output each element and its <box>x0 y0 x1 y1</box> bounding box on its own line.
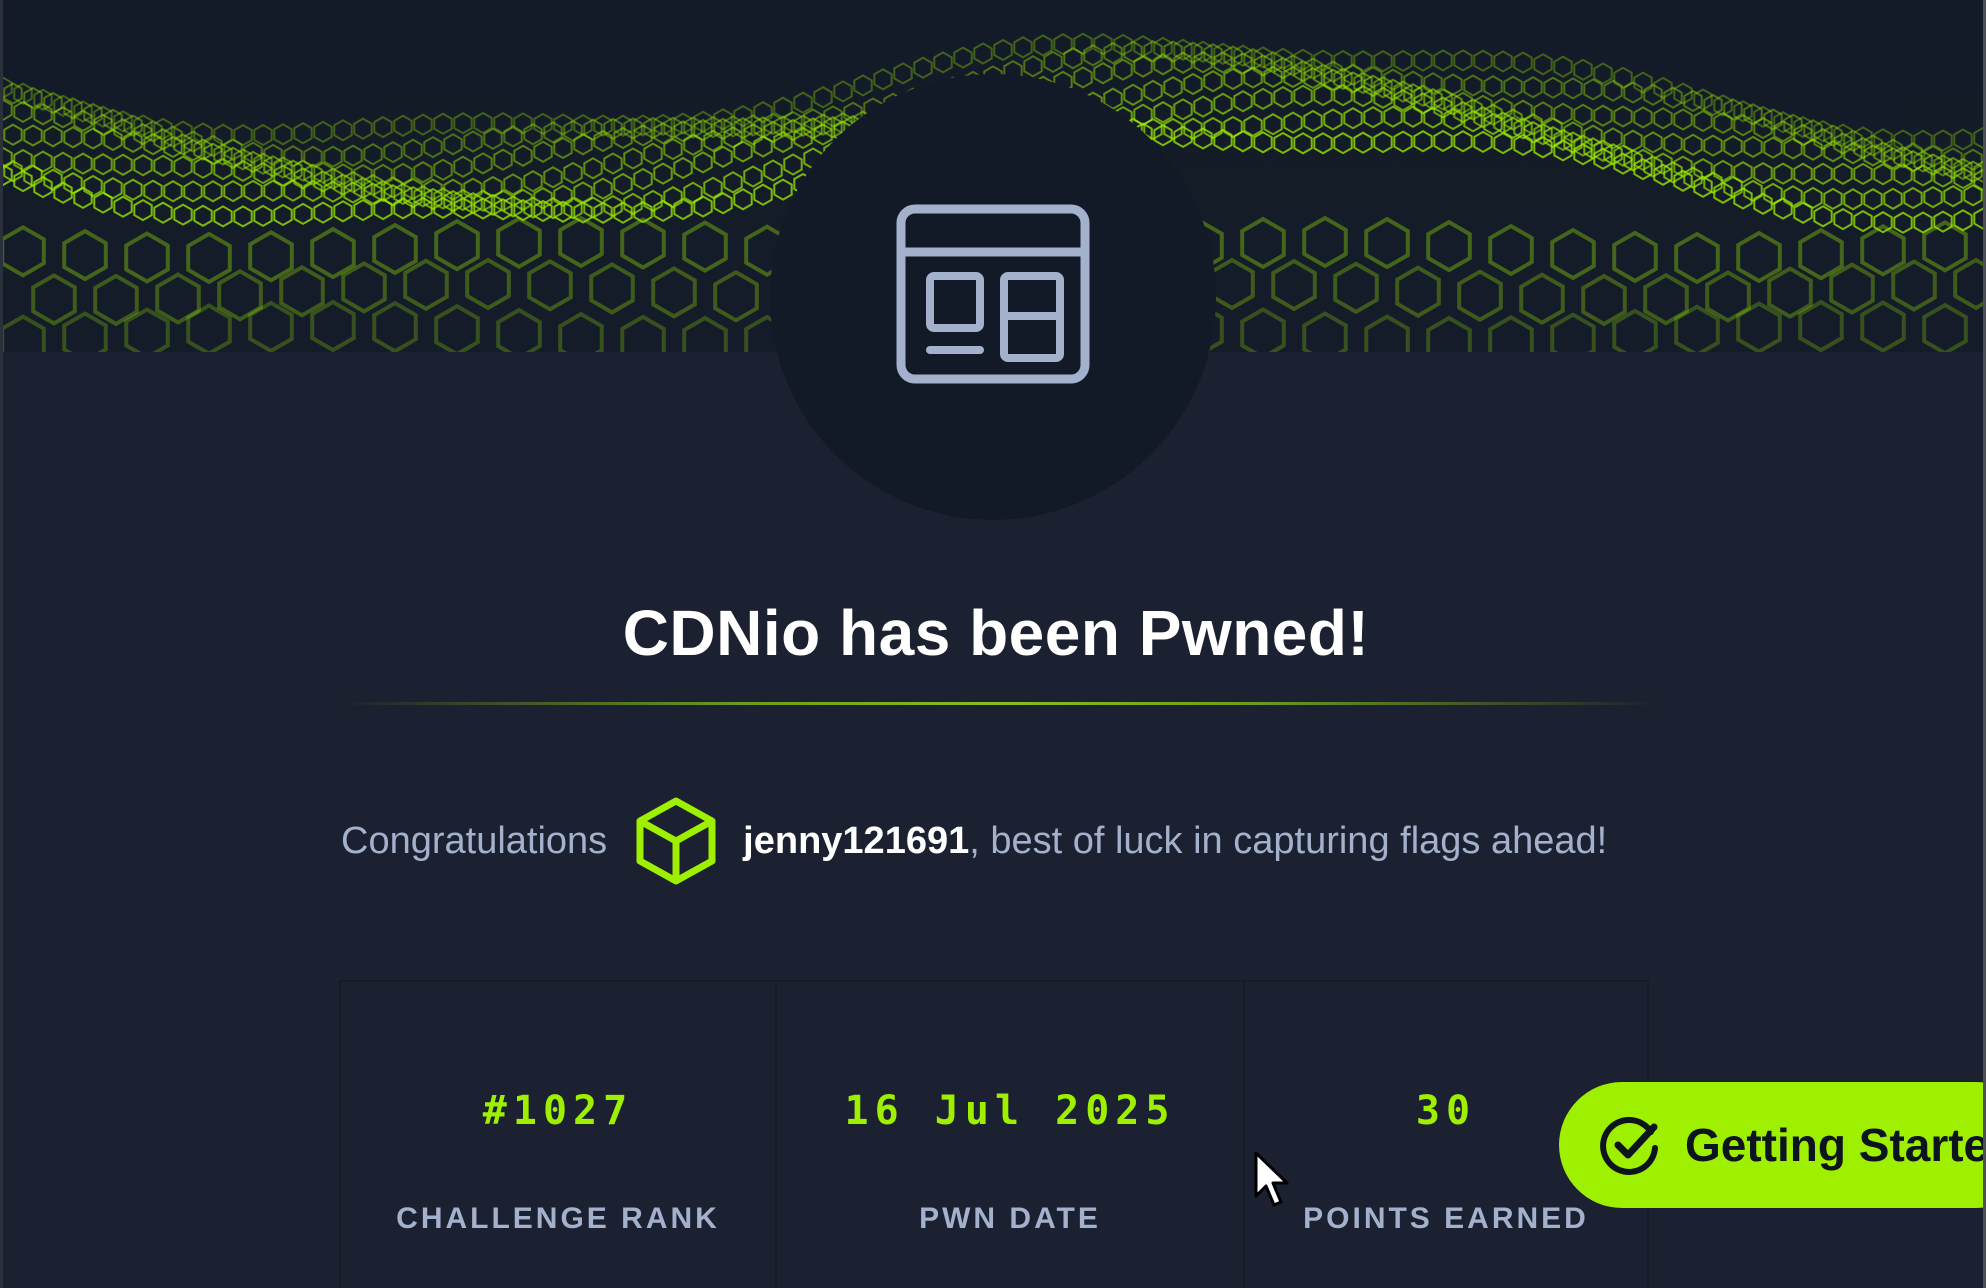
getting-started-button[interactable]: Getting Started <box>1559 1082 1986 1208</box>
congrats-line: Congratulations jenny121691 , best of lu… <box>341 796 1607 886</box>
title-divider <box>341 702 1657 705</box>
page-title: CDNio has been Pwned! <box>622 597 1370 669</box>
stat-label: PWN DATE <box>919 1202 1101 1235</box>
stat-value: 16 Jul 2025 <box>844 1088 1176 1134</box>
username-link[interactable]: jenny121691 <box>743 820 969 863</box>
getting-started-label: Getting Started <box>1685 1119 1986 1171</box>
congrats-suffix: , best of luck in capturing flags ahead! <box>969 819 1608 862</box>
stat-value: #1027 <box>482 1088 634 1134</box>
stat-pwn-date: 16 Jul 2025 PWN DATE <box>777 982 1245 1288</box>
stat-label: CHALLENGE RANK <box>396 1202 720 1235</box>
stat-challenge-rank: #1027 CHALLENGE RANK <box>341 982 777 1288</box>
pwned-page: CDNio has been Pwned! Congratulations je… <box>0 0 1986 1288</box>
stats-panel: #1027 CHALLENGE RANK 16 Jul 2025 PWN DAT… <box>339 980 1649 1288</box>
congrats-prefix: Congratulations <box>341 819 608 862</box>
cube-icon <box>636 797 716 885</box>
mouse-cursor-icon <box>1254 1151 1289 1207</box>
browser-window-icon <box>896 204 1090 384</box>
stat-label: POINTS EARNED <box>1303 1202 1589 1235</box>
check-circle-icon <box>1600 1117 1658 1175</box>
